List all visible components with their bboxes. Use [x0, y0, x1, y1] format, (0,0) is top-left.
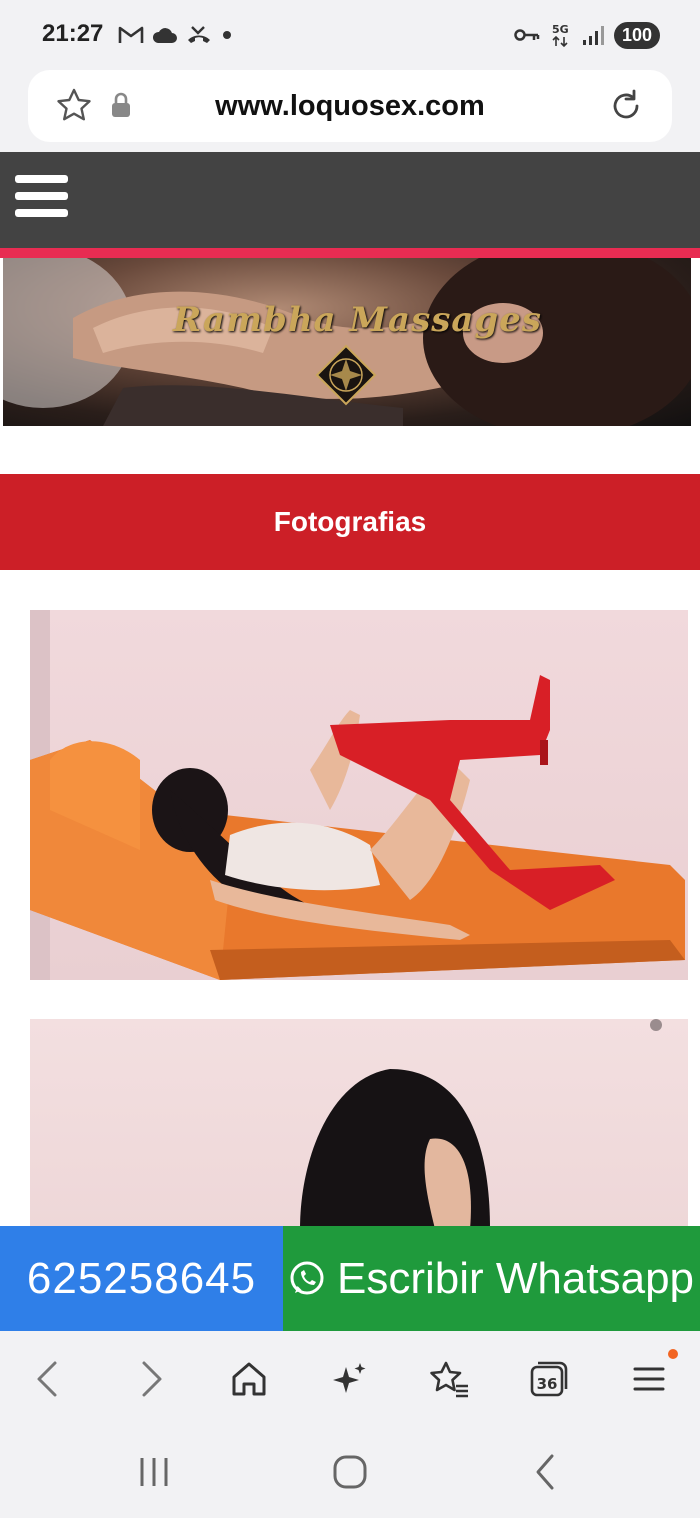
- whatsapp-label: Escribir Whatsapp: [337, 1253, 695, 1303]
- system-navigation-bar: [0, 1426, 700, 1518]
- cloud-icon: [152, 28, 177, 43]
- ai-sparkle-icon[interactable]: [325, 1355, 373, 1403]
- whatsapp-button[interactable]: Escribir Whatsapp: [283, 1226, 700, 1331]
- signal-icon: [582, 26, 604, 45]
- battery-icon: 100: [613, 21, 660, 49]
- browser-toolbar: 36: [0, 1331, 700, 1426]
- banner-title: Rambha Massages: [173, 300, 542, 340]
- network-5g-icon: 5G: [552, 23, 569, 48]
- section-header: Fotografias: [0, 474, 700, 570]
- back-chevron-icon[interactable]: [526, 1452, 566, 1492]
- missed-call-icon: [188, 26, 210, 43]
- forward-icon[interactable]: [127, 1355, 175, 1403]
- menu-icon[interactable]: [625, 1355, 673, 1403]
- contact-bar: 625258645 Escribir Whatsapp: [0, 1226, 700, 1331]
- status-icons-right: 5G 100: [514, 20, 660, 50]
- vpn-key-icon: [514, 29, 540, 41]
- gallery-photo-image: [30, 610, 685, 980]
- tabs-icon[interactable]: 36: [525, 1355, 573, 1403]
- whatsapp-icon: [290, 1261, 324, 1294]
- navbar-accent-line: [0, 248, 700, 258]
- home-icon[interactable]: [225, 1355, 273, 1403]
- notification-dot: [668, 1349, 678, 1359]
- call-phone-button[interactable]: 625258645: [0, 1226, 283, 1331]
- address-bar[interactable]: www.loquosex.com: [28, 70, 672, 142]
- status-icons-left: [118, 22, 234, 48]
- status-time: 21:27: [42, 20, 104, 47]
- svg-text:5G: 5G: [552, 23, 569, 36]
- section-title: Fotografias: [273, 506, 427, 537]
- phone-number: 625258645: [26, 1253, 257, 1303]
- recents-icon[interactable]: [134, 1452, 174, 1492]
- gallery-photo[interactable]: [30, 1019, 688, 1229]
- bookmarks-icon[interactable]: [425, 1355, 473, 1403]
- status-bar: 21:27 5G 100: [0, 0, 700, 68]
- hamburger-menu-icon[interactable]: [15, 175, 68, 219]
- url-text[interactable]: www.loquosex.com: [28, 90, 672, 123]
- dot-icon: [223, 31, 231, 39]
- tab-count: 36: [537, 1375, 558, 1393]
- site-banner[interactable]: Rambha Massages: [3, 258, 691, 426]
- home-circle-icon[interactable]: [330, 1452, 370, 1492]
- gallery-photo-image: [300, 1019, 662, 1229]
- reload-icon[interactable]: [606, 86, 646, 126]
- site-navbar: [0, 152, 700, 248]
- back-icon[interactable]: [24, 1355, 72, 1403]
- gallery-photo[interactable]: [30, 610, 688, 980]
- gmail-icon: [118, 26, 144, 43]
- banner-emblem-logo: [315, 344, 377, 406]
